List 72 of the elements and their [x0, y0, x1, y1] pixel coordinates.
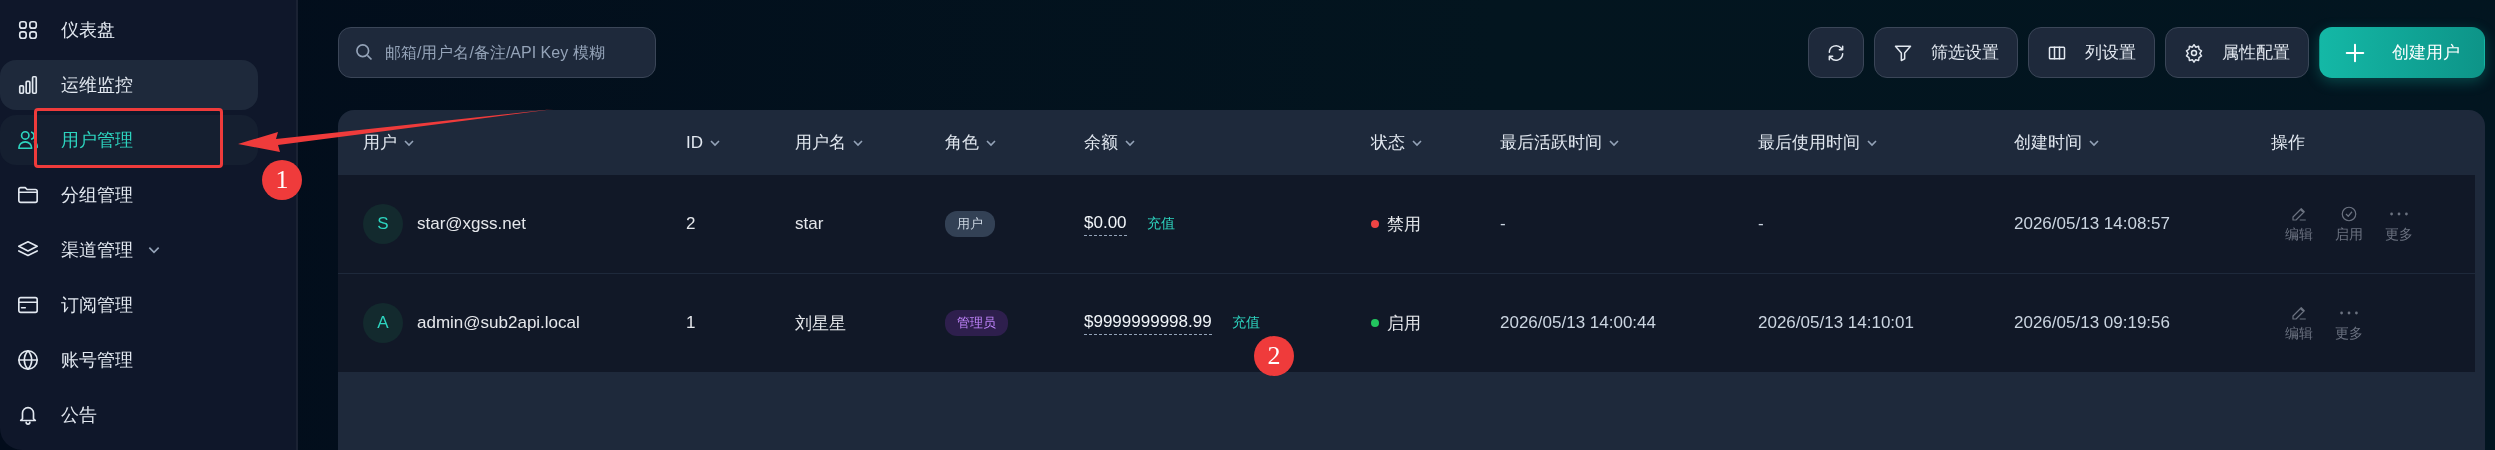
- sidebar-item[interactable]: 公告: [0, 390, 258, 440]
- column-header[interactable]: 创建时间: [2014, 131, 2271, 154]
- table-cell: 2026/05/13 14:08:57: [2014, 214, 2170, 234]
- sidebar-item[interactable]: 分组管理: [0, 170, 258, 220]
- columns-button[interactable]: 列设置: [2028, 27, 2155, 78]
- recharge-link[interactable]: 充值: [1146, 215, 1175, 233]
- table-cell: 2026/05/13 14:10:01: [1758, 313, 1914, 333]
- enable-button[interactable]: 启用: [2331, 204, 2367, 244]
- settings-icon: [2184, 42, 2204, 63]
- sidebar-item-label: 运维监控: [61, 74, 133, 97]
- refresh-button[interactable]: [1808, 27, 1864, 78]
- more-icon: [2390, 211, 2408, 216]
- sidebar-item-label: 公告: [61, 404, 97, 427]
- sidebar-item[interactable]: 用户管理: [0, 115, 258, 165]
- edit-button[interactable]: 编辑: [2281, 204, 2317, 244]
- sidebar-item[interactable]: 仪表盘: [0, 5, 258, 55]
- column-header[interactable]: 用户: [363, 131, 686, 154]
- column-header[interactable]: 用户名: [795, 131, 945, 154]
- table-cell: 2026/05/13 14:00:44: [1500, 313, 1656, 333]
- plus-icon: [2344, 41, 2366, 64]
- edit-button[interactable]: 编辑: [2281, 303, 2317, 343]
- bell-icon: [17, 404, 39, 426]
- sidebar-item[interactable]: 渠道管理: [0, 225, 258, 275]
- column-header[interactable]: 最后活跃时间: [1500, 131, 1758, 154]
- sidebar-item-label: 分组管理: [61, 184, 133, 207]
- sidebar-item-label: 用户管理: [61, 129, 133, 152]
- column-header[interactable]: 余额: [1084, 131, 1371, 154]
- sidebar-item-label: 仪表盘: [61, 19, 115, 42]
- table-cell-text: 刘星星: [795, 312, 846, 335]
- sidebar-item[interactable]: 订阅管理: [0, 280, 258, 330]
- bar-chart-icon: [17, 74, 39, 96]
- role-badge: 管理员: [945, 310, 1008, 336]
- sidebar-item-label: 渠道管理: [61, 239, 133, 262]
- users-icon: [17, 129, 39, 151]
- email-text: star@xgss.net: [417, 214, 526, 234]
- sidebar-item-label: 订阅管理: [61, 294, 133, 317]
- table-cell: -: [1500, 214, 1506, 234]
- table-cell: 1: [686, 313, 696, 333]
- role-badge: 用户: [945, 211, 995, 237]
- more-button[interactable]: 更多: [2331, 303, 2367, 343]
- status-text: 启用: [1387, 312, 1421, 335]
- recharge-link[interactable]: 充值: [1231, 314, 1260, 332]
- column-header[interactable]: 角色: [945, 131, 1084, 154]
- avatar: S: [363, 204, 403, 244]
- grid-icon: [17, 19, 39, 41]
- refresh-icon: [1826, 42, 1846, 63]
- table-cell: star: [795, 214, 824, 234]
- table-cell: 2: [686, 214, 696, 234]
- sidebar-item[interactable]: 账号管理: [0, 335, 258, 385]
- more-button[interactable]: 更多: [2381, 204, 2417, 244]
- more-icon: [2340, 310, 2358, 315]
- table-cell: 2026/05/13 09:19:56: [2014, 313, 2170, 333]
- settings-button[interactable]: 属性配置: [2165, 27, 2309, 78]
- filter-button[interactable]: 筛选设置: [1874, 27, 2018, 78]
- balance-text: $0.00: [1084, 212, 1127, 236]
- globe-icon: [17, 349, 39, 371]
- column-header[interactable]: ID: [686, 132, 795, 153]
- sidebar-item[interactable]: 运维监控: [0, 60, 258, 110]
- sidebar-item-label: 账号管理: [61, 349, 133, 372]
- column-header[interactable]: 最后使用时间: [1758, 131, 2014, 154]
- status-text: 禁用: [1387, 213, 1421, 236]
- email-text: admin@sub2api.local: [417, 313, 580, 333]
- search-field[interactable]: 邮箱/用户名/备注/API Key 模糊: [338, 27, 656, 78]
- avatar: A: [363, 303, 403, 343]
- column-header[interactable]: 状态: [1371, 131, 1500, 154]
- card-icon: [17, 294, 39, 316]
- folder-icon: [17, 184, 39, 206]
- table-cell: -: [1758, 214, 1764, 234]
- column-header[interactable]: 操作: [2271, 131, 2471, 154]
- search-icon: [354, 42, 374, 62]
- balance-text: $9999999998.99: [1084, 311, 1212, 335]
- check-circle-icon: [2340, 204, 2358, 223]
